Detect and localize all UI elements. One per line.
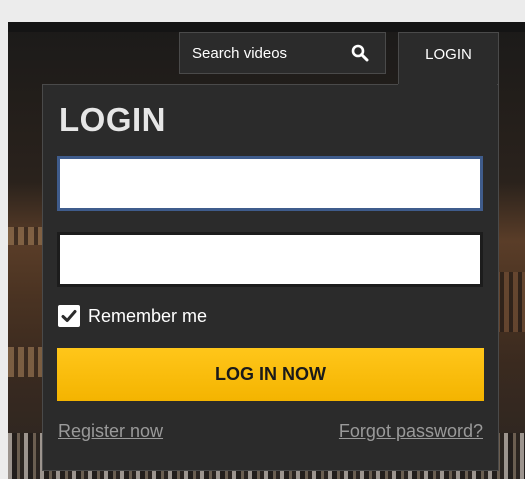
search-bar[interactable]: Search videos xyxy=(179,32,386,74)
password-field[interactable] xyxy=(57,232,483,287)
username-field[interactable] xyxy=(57,156,483,211)
log-in-now-button[interactable]: LOG IN NOW xyxy=(57,348,484,401)
tab-panel-joint xyxy=(398,84,497,87)
login-title: LOGIN xyxy=(59,101,166,138)
remember-me-label: Remember me xyxy=(88,305,208,326)
remember-me[interactable]: Remember me xyxy=(58,305,207,327)
remember-me-checkbox[interactable] xyxy=(58,305,80,327)
search-icon[interactable] xyxy=(349,42,371,64)
register-link[interactable]: Register now xyxy=(58,421,163,442)
hall-balcony-right xyxy=(495,272,525,332)
login-tab[interactable]: LOGIN xyxy=(398,32,499,86)
login-panel: LOGIN Remember me LOG IN NOW Register no… xyxy=(42,84,499,471)
top-band xyxy=(8,22,525,32)
search-label: Search videos xyxy=(192,44,288,62)
forgot-password-link[interactable]: Forgot password? xyxy=(339,421,483,442)
check-icon xyxy=(61,310,77,322)
